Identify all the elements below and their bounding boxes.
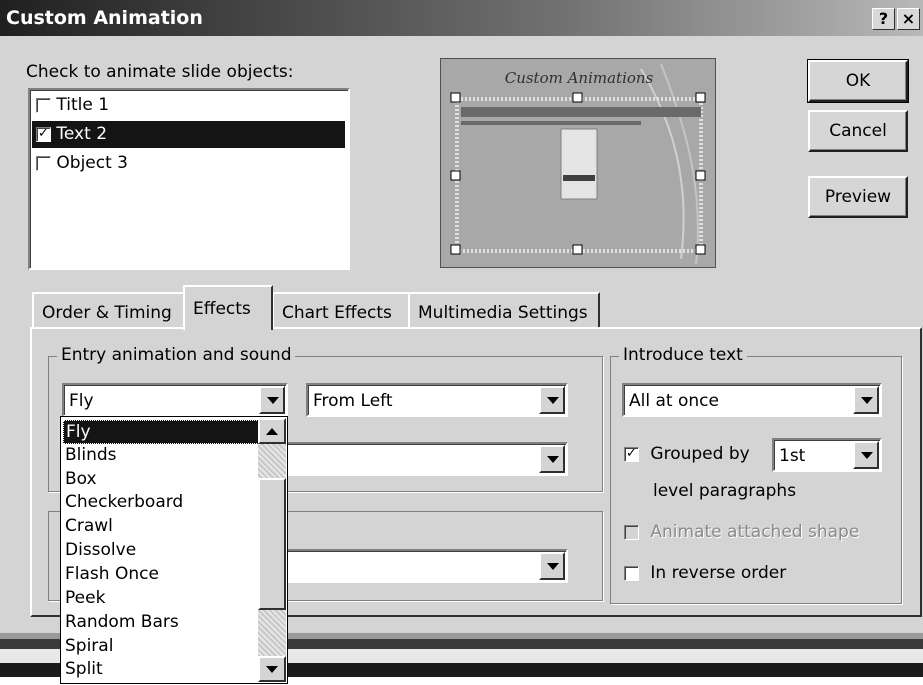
checkbox-icon[interactable]	[36, 155, 51, 171]
help-button[interactable]: ?	[872, 8, 895, 30]
grouped-by-label: Grouped by	[650, 444, 750, 464]
objects-list[interactable]: Title 1 ✓ Text 2 Object 3	[28, 88, 350, 270]
chevron-down-icon[interactable]	[853, 441, 879, 469]
effect-option-flash-once[interactable]: Flash Once	[63, 563, 259, 587]
slide-preview: Custom Animations	[440, 58, 716, 268]
chevron-down-icon[interactable]	[539, 552, 565, 580]
slide-thumbnail	[441, 59, 715, 267]
animate-attached-shape-checkbox: Animate attached shape	[624, 519, 859, 545]
scrollbar-thumb[interactable]	[258, 478, 286, 610]
effect-option-spiral[interactable]: Spiral	[63, 635, 259, 659]
checkbox-checked-icon[interactable]: ✓	[36, 126, 51, 142]
scroll-down-icon[interactable]	[258, 656, 286, 682]
close-button[interactable]: ×	[897, 8, 920, 30]
effect-option-random-bars[interactable]: Random Bars	[63, 611, 259, 635]
reverse-order-checkbox[interactable]: In reverse order	[624, 560, 786, 586]
objects-label: Check to animate slide objects:	[26, 62, 294, 82]
introduce-mode-select[interactable]: All at once	[622, 383, 882, 417]
effect-option-fly[interactable]: Fly	[63, 420, 259, 444]
grouped-by-checkbox[interactable]: ✓ Grouped by	[624, 441, 750, 467]
chevron-down-icon[interactable]	[853, 386, 879, 414]
level-paragraphs-label: level paragraphs	[653, 481, 797, 501]
introduce-group-title: Introduce text	[619, 345, 747, 365]
title-bar[interactable]: Custom Animation ? ×	[0, 0, 923, 36]
effect-option-box[interactable]: Box	[63, 468, 259, 492]
tab-effects[interactable]: Effects	[183, 285, 273, 330]
effect-option-checkerboard[interactable]: Checkerboard	[63, 491, 259, 515]
animate-attached-label: Animate attached shape	[650, 522, 860, 542]
effect-option-dissolve[interactable]: Dissolve	[63, 539, 259, 563]
scroll-up-icon[interactable]	[258, 418, 286, 444]
grouped-level-select[interactable]: 1st	[772, 438, 882, 472]
chevron-down-icon[interactable]	[259, 386, 285, 414]
ok-button[interactable]: OK	[807, 59, 909, 103]
effect-select[interactable]: Fly	[62, 383, 288, 417]
object-item-object-3[interactable]: Object 3	[32, 150, 345, 177]
chevron-down-icon[interactable]	[539, 386, 565, 414]
object-item-label: Title 1	[56, 95, 110, 115]
entry-group-title: Entry animation and sound	[57, 345, 296, 365]
effect-dropdown-list[interactable]: Fly Blinds Box Checkerboard Crawl Dissol…	[60, 416, 288, 684]
chevron-down-icon[interactable]	[539, 445, 565, 473]
direction-select[interactable]: From Left	[306, 383, 568, 417]
object-item-text-2[interactable]: ✓ Text 2	[32, 121, 345, 148]
checkbox-disabled-icon	[624, 524, 639, 540]
slide-title: Custom Animations	[504, 69, 654, 87]
effect-value: Fly	[69, 391, 94, 411]
cancel-button[interactable]: Cancel	[808, 110, 908, 152]
tab-chart-effects[interactable]: Chart Effects	[272, 292, 410, 328]
effect-option-split[interactable]: Split	[63, 658, 259, 682]
grouped-level-value: 1st	[779, 446, 806, 466]
window-title: Custom Animation	[6, 7, 203, 29]
effect-option-crawl[interactable]: Crawl	[63, 515, 259, 539]
checkbox-checked-icon[interactable]: ✓	[624, 446, 639, 462]
effect-option-peek[interactable]: Peek	[63, 587, 259, 611]
checkbox-icon[interactable]	[36, 97, 51, 113]
object-item-label: Text 2	[56, 124, 108, 144]
object-item-label: Object 3	[56, 153, 128, 173]
tab-order-timing[interactable]: Order & Timing	[32, 292, 185, 328]
checkbox-icon[interactable]	[624, 565, 639, 581]
tab-multimedia-settings[interactable]: Multimedia Settings	[408, 292, 600, 328]
introduce-mode-value: All at once	[629, 391, 719, 411]
effect-option-blinds[interactable]: Blinds	[63, 444, 259, 468]
dropdown-scrollbar[interactable]	[258, 418, 286, 682]
object-item-title-1[interactable]: Title 1	[32, 92, 345, 119]
direction-value: From Left	[313, 391, 393, 411]
preview-button[interactable]: Preview	[808, 176, 908, 218]
reverse-order-label: In reverse order	[650, 563, 787, 583]
